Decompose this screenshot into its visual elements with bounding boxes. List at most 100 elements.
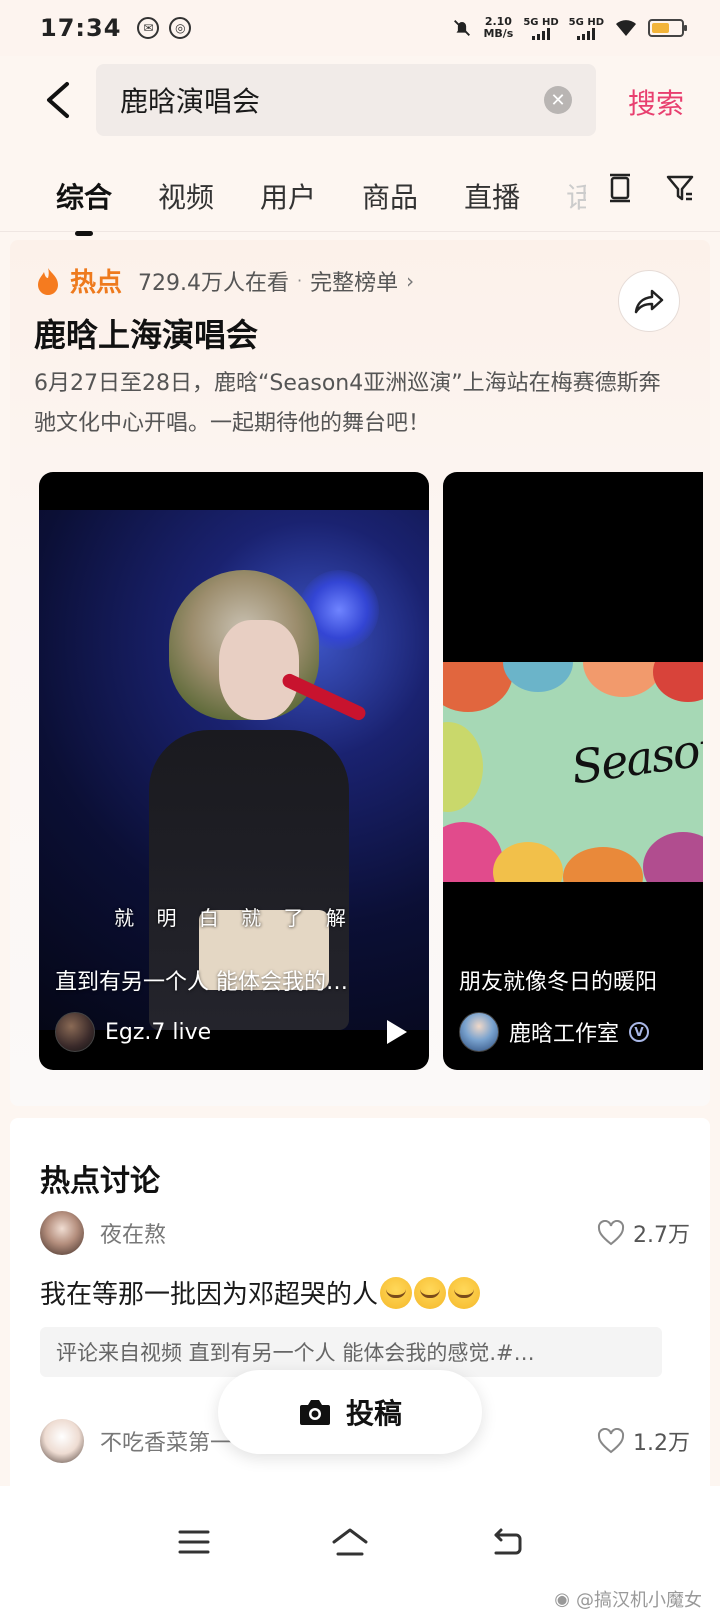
crying-emoji-icon: [414, 1276, 447, 1309]
signal-bars-icon: [577, 27, 596, 40]
search-tabs: 综合 视频 用户 商品 直播 话: [0, 160, 720, 232]
system-nav-bar: ◉ @搞汉机小魔女: [0, 1486, 720, 1612]
tab-comprehensive[interactable]: 综合: [56, 166, 112, 226]
video-card[interactable]: Season 朋友就像冬日的暖阳 鹿晗工作室 V: [443, 472, 703, 1070]
avatar[interactable]: [40, 1211, 84, 1255]
tab-video[interactable]: 视频: [158, 166, 214, 226]
video-thumbnail: Season: [443, 662, 703, 882]
hot-topic-card[interactable]: 热点 729.4万人在看 · 完整榜单 › 鹿晗上海演唱会 6月27日至28日，…: [10, 240, 710, 1106]
clear-search-button[interactable]: ✕: [544, 86, 572, 114]
post-label: 投稿: [345, 1397, 402, 1430]
status-left-icons: ✉ ◎: [137, 17, 192, 39]
tab-users[interactable]: 用户: [260, 166, 316, 226]
comment-username[interactable]: 不吃香菜第一: [100, 1425, 232, 1457]
tab-live[interactable]: 直播: [464, 166, 520, 226]
verified-badge-icon: V: [629, 1022, 650, 1042]
flower-decoration: [563, 847, 643, 882]
video-thumbnail: [39, 510, 429, 1030]
tab-tool-icons: [604, 172, 696, 204]
avatar: [55, 1012, 95, 1052]
tab-products[interactable]: 商品: [362, 166, 418, 226]
weibo-logo-icon: ◉: [554, 1588, 570, 1610]
wechat-icon: ✉: [137, 17, 160, 39]
share-icon: [634, 289, 664, 314]
filter-icon[interactable]: [664, 172, 696, 204]
home-icon: [332, 1528, 368, 1556]
hot-discussion-card: 热点讨论 夜在熬 2.7万 我在等那一批因为邓超哭的人 评论来自视频 直到有另一…: [10, 1118, 710, 1518]
heart-icon: [597, 1428, 625, 1454]
status-time: 17:34: [40, 14, 122, 42]
separator-dot: ·: [297, 271, 303, 290]
hot-meta: 热点 729.4万人在看 · 完整榜单 ›: [34, 262, 414, 299]
like-count: 1.2万: [633, 1431, 690, 1456]
signal-1-label: 5G HD: [523, 16, 559, 28]
mute-bell-icon: [454, 20, 471, 36]
back-nav-button[interactable]: [476, 1512, 536, 1572]
hot-description: 6月27日至28日，鹿晗“Season4亚洲巡演”上海站在梅赛德斯奔驰文化中心开…: [34, 371, 661, 436]
flower-decoration: [443, 722, 483, 812]
play-icon: [387, 1020, 407, 1044]
discussion-title: 热点讨论: [40, 1164, 160, 1199]
wifi-icon: [616, 20, 636, 36]
comment-item[interactable]: 夜在熬 2.7万 我在等那一批因为邓超哭的人 评论来自视频 直到有另一个人 能体…: [40, 1210, 690, 1377]
hot-label: 热点: [70, 268, 123, 298]
viewer-count: 729.4万人在看: [138, 270, 289, 296]
like-button[interactable]: 1.2万: [597, 1425, 690, 1457]
app-notification-icon: ◎: [169, 17, 192, 39]
status-right-icons: 2.10 MB/s 5G HD 5G HD: [451, 16, 687, 40]
flower-decoration: [653, 662, 703, 702]
avatar[interactable]: [40, 1419, 84, 1463]
watermark-text: @搞汉机小魔女: [576, 1590, 702, 1611]
author-name: 鹿晗工作室: [509, 1022, 620, 1047]
menu-icon: [178, 1530, 210, 1554]
comment-text-row: 我在等那一批因为邓超哭的人: [40, 1274, 690, 1311]
search-header: 鹿晗演唱会 ✕ 搜索: [0, 60, 720, 140]
watermark: ◉ @搞汉机小魔女: [554, 1586, 702, 1612]
video-title: 朋友就像冬日的暖阳: [459, 970, 658, 995]
flower-decoration: [503, 662, 573, 692]
camera-icon: [299, 1400, 330, 1425]
comment-username[interactable]: 夜在熬: [100, 1217, 166, 1249]
layout-switch-icon[interactable]: [604, 172, 636, 204]
menu-nav-button[interactable]: [164, 1512, 224, 1572]
battery-icon: [648, 19, 687, 37]
signal-2: 5G HD: [569, 17, 604, 40]
network-speed: 2.10 MB/s: [483, 16, 513, 40]
comment-text: 我在等那一批因为邓超哭的人: [40, 1280, 379, 1310]
signal-1: 5G HD: [523, 16, 559, 40]
return-icon: [494, 1528, 522, 1555]
search-input[interactable]: 鹿晗演唱会 ✕: [96, 64, 596, 136]
search-button[interactable]: 搜索: [628, 82, 684, 122]
hot-title[interactable]: 鹿晗上海演唱会: [34, 310, 258, 356]
like-count: 2.7万: [633, 1223, 690, 1248]
full-ranking-link[interactable]: 完整榜单: [310, 265, 398, 297]
video-card[interactable]: 就 明 白 就 了 解 直到有另一个人 能体会我的… Egz.7 live: [39, 472, 429, 1070]
avatar: [459, 1012, 499, 1052]
back-arrow-icon: [47, 82, 69, 118]
video-author[interactable]: 鹿晗工作室 V: [459, 1012, 650, 1052]
home-nav-button[interactable]: [320, 1512, 380, 1572]
flame-icon: [38, 267, 58, 295]
comment-header: 夜在熬 2.7万: [40, 1210, 690, 1256]
flower-decoration: [493, 842, 563, 882]
crying-emoji-icon: [448, 1276, 481, 1309]
signal-2-label: 5G HD: [568, 16, 604, 28]
post-button[interactable]: 投稿: [218, 1370, 482, 1454]
flower-decoration: [443, 662, 513, 712]
like-button[interactable]: 2.7万: [597, 1217, 690, 1249]
season-art-text: Season: [567, 719, 703, 795]
signal-bars-icon: [532, 27, 550, 40]
crying-emoji-icon: [380, 1276, 413, 1309]
flower-decoration: [583, 662, 663, 697]
video-author[interactable]: Egz.7 live: [55, 1012, 211, 1052]
flower-decoration: [643, 832, 703, 882]
search-query: 鹿晗演唱会: [120, 85, 261, 118]
video-subtitle: 就 明 白 就 了 解: [114, 906, 354, 930]
share-button[interactable]: [618, 270, 680, 332]
back-button[interactable]: [28, 70, 88, 130]
status-bar: 17:34 ✉ ◎ 2.10 MB/s 5G HD 5G HD: [0, 0, 720, 56]
singer-face: [219, 620, 299, 720]
tab-topic[interactable]: 话: [566, 166, 586, 226]
author-name: Egz.7 live: [105, 1019, 212, 1045]
speed-unit: MB/s: [483, 27, 514, 40]
